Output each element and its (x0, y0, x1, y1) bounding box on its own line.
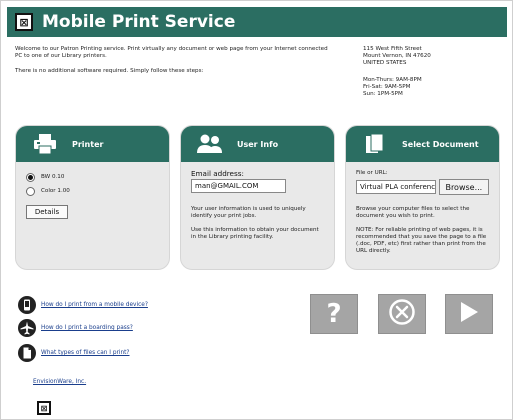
help-link-filetypes[interactable]: What types of files can I print? (41, 350, 130, 356)
intro-line-1: Welcome to our Patron Printing service. … (15, 46, 328, 60)
help-link-boarding-row[interactable]: How do I print a boarding pass? (18, 319, 133, 337)
file-row: Virtual PLA conferenc Browse... (356, 179, 489, 195)
header-bar: ⊠ Mobile Print Service (7, 7, 507, 37)
address-city: Mount Vernon, IN 47620 (363, 53, 431, 59)
hours-friday: Fri-Sat: 9AM-5PM (363, 84, 411, 90)
help-link-mobile-row[interactable]: How do I print from a mobile device? (18, 296, 148, 314)
printer-option-bw[interactable]: BW 0.10 (26, 173, 159, 182)
users-icon (197, 133, 223, 155)
document-note-2: NOTE: For reliable printing of web pages… (356, 227, 487, 254)
help-link-filetypes-row[interactable]: What types of files can I print? (18, 344, 130, 362)
details-button[interactable]: Details (26, 205, 68, 219)
document-note-1: Browse your computer files to select the… (356, 206, 470, 219)
footer-logo: ⊠ (37, 401, 51, 415)
help-icon: ? (322, 298, 346, 330)
email-field[interactable]: man@GMAIL.COM (191, 179, 286, 193)
option-color-label: Color 1.00 (41, 188, 70, 194)
file-icon (18, 344, 36, 362)
plane-icon (18, 319, 36, 337)
app-logo: ⊠ (15, 13, 33, 31)
select-document-panel: Select Document File or URL: Virtual PLA… (345, 125, 500, 270)
option-bw-label: BW 0.10 (41, 174, 65, 180)
help-link-mobile[interactable]: How do I print from a mobile device? (41, 302, 148, 308)
user-info-title: User Info (237, 139, 279, 149)
help-link-boarding[interactable]: How do I print a boarding pass? (41, 325, 133, 331)
intro-text: Welcome to our Patron Printing service. … (15, 46, 335, 82)
user-info-note-2: Use this information to obtain your docu… (191, 227, 319, 240)
printer-icon (32, 133, 58, 155)
address-street: 115 West Fifth Street (363, 46, 422, 52)
user-info-body: Email address: man@GMAIL.COM Your user i… (181, 162, 334, 256)
file-url-input[interactable]: Virtual PLA conferenc (356, 180, 436, 194)
page-title: Mobile Print Service (42, 12, 236, 32)
svg-text:?: ? (326, 299, 341, 326)
page: ⊠ Mobile Print Service Welcome to our Pa… (0, 0, 513, 420)
printer-tab: Printer (16, 126, 169, 162)
address-country: UNITED STATES (363, 60, 407, 66)
printer-panel: Printer BW 0.10 Color 1.00 Details (15, 125, 170, 270)
intro-line-2: There is no additional software required… (15, 67, 204, 74)
select-document-title: Select Document (402, 139, 479, 149)
radio-bw[interactable] (26, 173, 35, 182)
library-address: 115 West Fifth Street Mount Vernon, IN 4… (363, 46, 503, 98)
email-label: Email address: (191, 169, 244, 178)
document-icon (362, 133, 388, 155)
radio-color[interactable] (26, 187, 35, 196)
next-icon (458, 300, 480, 328)
user-info-tab: User Info (181, 126, 334, 162)
cancel-button[interactable] (378, 294, 426, 334)
help-button[interactable]: ? (310, 294, 358, 334)
select-document-tab: Select Document (346, 126, 499, 162)
hours-weekday: Mon-Thurs: 9AM-8PM (363, 77, 422, 83)
mobile-icon (18, 296, 36, 314)
user-info-panel: User Info Email address: man@GMAIL.COM Y… (180, 125, 335, 270)
next-button[interactable] (445, 294, 493, 334)
envisionware-link[interactable]: EnvisionWare, Inc. (33, 379, 86, 385)
printer-option-color[interactable]: Color 1.00 (26, 187, 159, 196)
browse-button[interactable]: Browse... (438, 179, 489, 195)
printer-title: Printer (72, 139, 104, 149)
printer-body: BW 0.10 Color 1.00 Details (16, 162, 169, 227)
file-url-label: File or URL: (356, 170, 388, 176)
select-document-body: File or URL: Virtual PLA conferenc Brows… (346, 162, 499, 269)
user-info-note-1: Your user information is used to uniquel… (191, 206, 306, 219)
cancel-icon (388, 298, 416, 330)
hours-sunday: Sun: 1PM-5PM (363, 91, 403, 97)
